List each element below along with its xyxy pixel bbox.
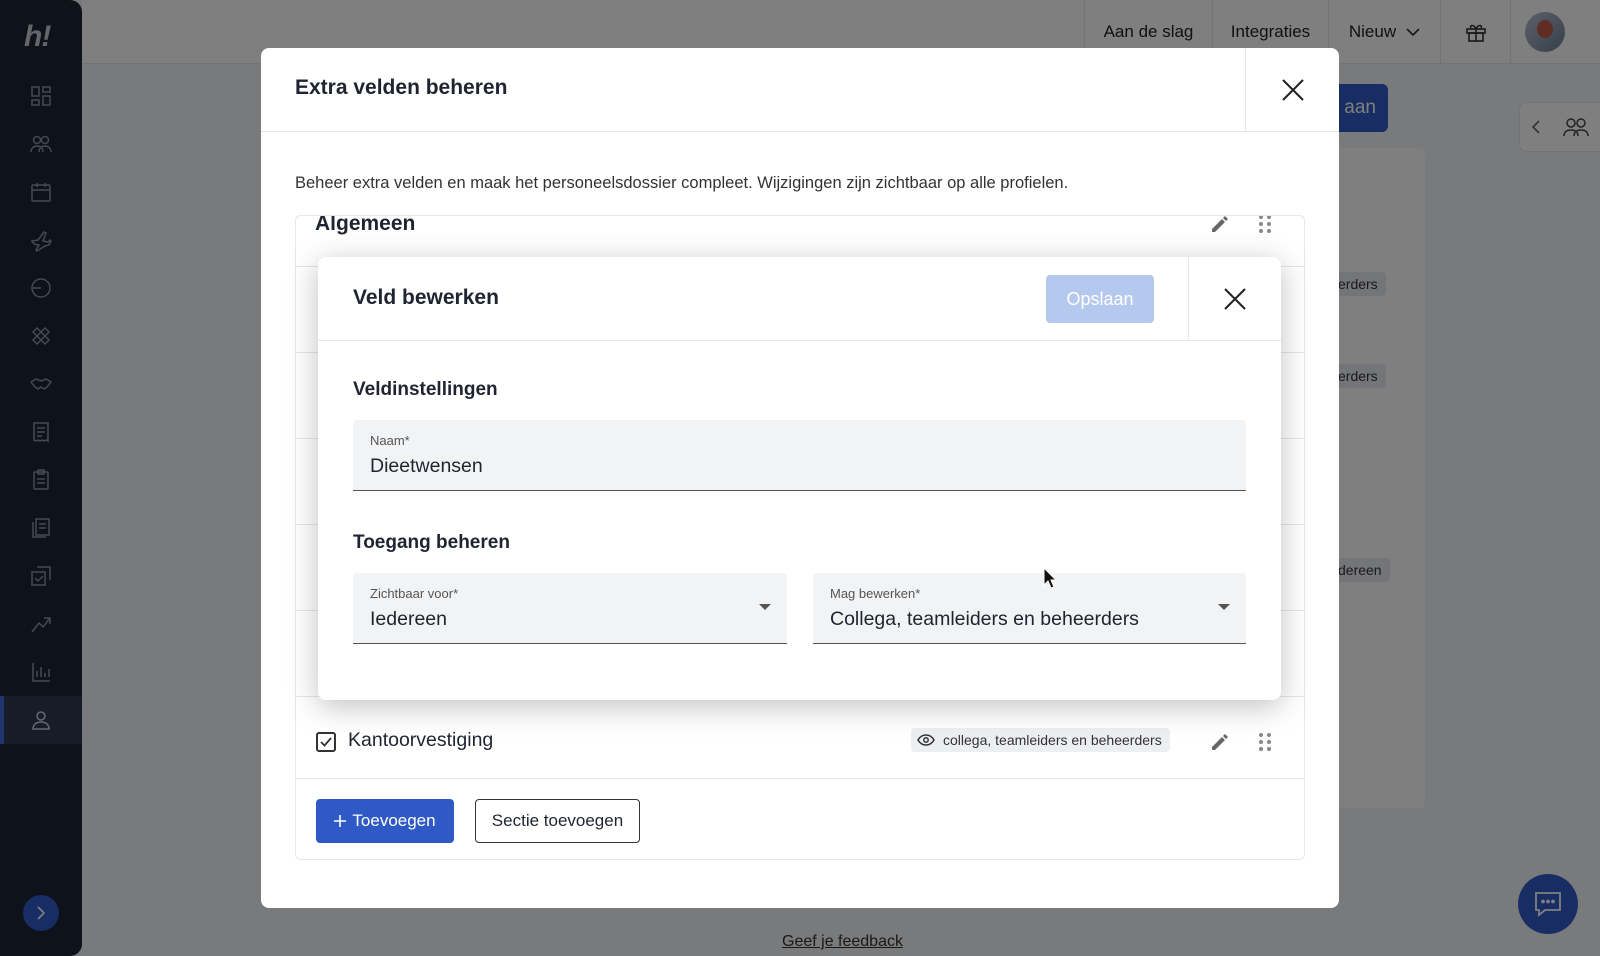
may-edit-label: Mag bewerken* bbox=[830, 586, 921, 601]
access-heading: Toegang beheren bbox=[353, 532, 510, 553]
name-field-label: Naam* bbox=[370, 433, 410, 448]
field-label: Kantoorvestiging bbox=[348, 729, 494, 751]
visible-for-value: Iedereen bbox=[370, 608, 447, 630]
close-icon bbox=[1281, 79, 1304, 101]
close-button[interactable] bbox=[1245, 48, 1339, 132]
drag-handle-icon bbox=[1259, 733, 1271, 751]
may-edit-select[interactable]: Mag bewerken* Collega, teamleiders en be… bbox=[813, 573, 1246, 644]
visibility-badge: collega, teamleiders en beheerders bbox=[911, 728, 1170, 752]
visibility-text: collega, teamleiders en beheerders bbox=[943, 732, 1162, 748]
add-section-label: Sectie toevoegen bbox=[491, 811, 624, 830]
add-section-button[interactable]: Sectie toevoegen bbox=[475, 799, 640, 843]
close-icon bbox=[1224, 288, 1246, 310]
save-button[interactable]: Opslaan bbox=[1046, 275, 1154, 323]
mouse-cursor-icon bbox=[1043, 567, 1057, 589]
edit-field-button[interactable] bbox=[1208, 730, 1232, 754]
modal-description: Beheer extra velden en maak het personee… bbox=[295, 174, 1069, 192]
visible-for-label: Zichtbaar voor* bbox=[370, 586, 459, 601]
close-button[interactable] bbox=[1188, 257, 1281, 341]
divider bbox=[296, 778, 1304, 779]
edit-section-button[interactable] bbox=[1208, 216, 1232, 236]
pencil-icon bbox=[1212, 216, 1228, 232]
dropdown-arrow-icon bbox=[1218, 604, 1230, 610]
drag-handle[interactable] bbox=[1253, 216, 1277, 236]
modal-title: Veld bewerken bbox=[353, 286, 499, 309]
name-field-value: Dieetwensen bbox=[370, 455, 483, 477]
drag-handle[interactable] bbox=[1253, 730, 1277, 754]
modal-title: Extra velden beheren bbox=[295, 76, 508, 99]
field-checkbox[interactable] bbox=[316, 732, 336, 752]
edit-field-modal: Veld bewerken Opslaan Veldinstellingen N… bbox=[318, 257, 1281, 700]
field-settings-heading: Veldinstellingen bbox=[353, 379, 498, 400]
visible-for-select[interactable]: Zichtbaar voor* Iedereen bbox=[353, 573, 787, 644]
eye-icon bbox=[917, 734, 935, 746]
plus-icon bbox=[334, 815, 347, 827]
check-icon bbox=[320, 737, 332, 747]
pencil-icon bbox=[1212, 734, 1228, 750]
section-title: Algemeen bbox=[315, 215, 416, 235]
modal-header: Extra velden beheren bbox=[261, 48, 1339, 132]
save-label: Opslaan bbox=[1066, 288, 1134, 309]
field-row: Kantoorvestiging collega, teamleiders en… bbox=[296, 706, 1304, 778]
dropdown-arrow-icon bbox=[759, 604, 771, 610]
add-field-button[interactable]: Toevoegen bbox=[316, 799, 454, 843]
add-field-label: Toevoegen bbox=[352, 811, 436, 830]
may-edit-value: Collega, teamleiders en beheerders bbox=[830, 608, 1139, 630]
name-field[interactable]: Naam* Dieetwensen bbox=[353, 420, 1246, 491]
modal-header: Veld bewerken Opslaan bbox=[318, 257, 1281, 341]
drag-handle-icon bbox=[1259, 216, 1271, 233]
